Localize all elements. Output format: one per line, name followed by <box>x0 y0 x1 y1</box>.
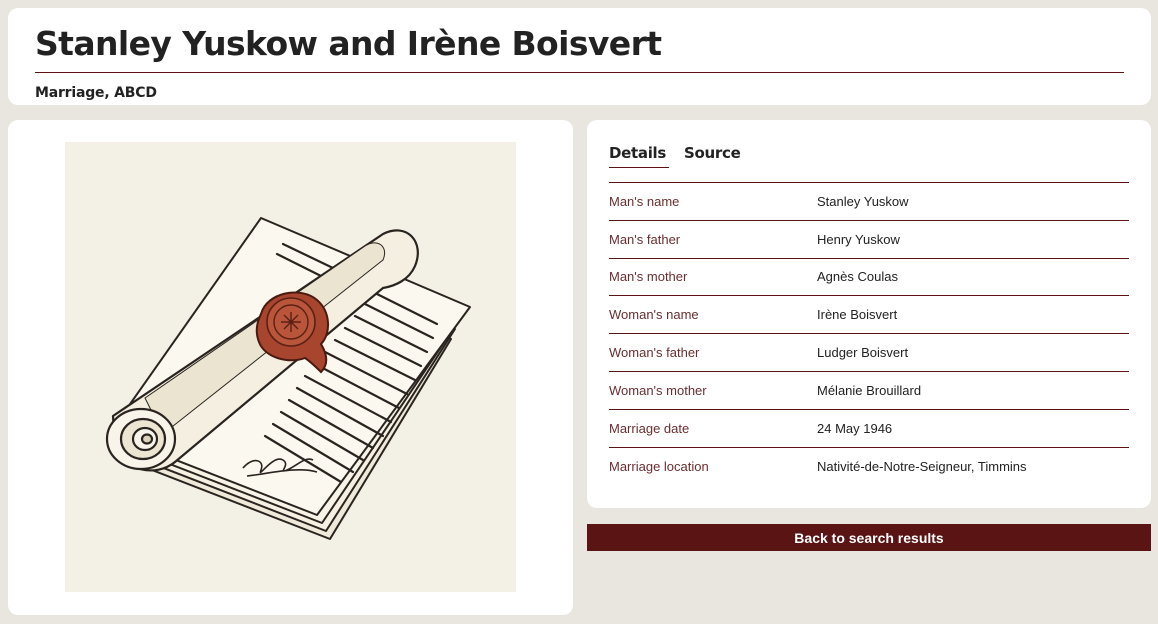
field-value: Ludger Boisvert <box>817 345 909 361</box>
record-illustration <box>65 142 516 592</box>
details-panel: Details Source Man's name Stanley Yuskow… <box>587 120 1151 508</box>
back-to-search-results-button[interactable]: Back to search results <box>587 524 1151 551</box>
record-image-card <box>8 120 573 615</box>
field-label: Marriage location <box>609 458 709 474</box>
field-value: Henry Yuskow <box>817 231 900 247</box>
field-label: Woman's father <box>609 345 700 361</box>
field-label: Marriage date <box>609 420 690 436</box>
table-row: Woman's name Irène Boisvert <box>609 295 1129 334</box>
tab-source[interactable]: Source <box>684 144 741 166</box>
scroll-document-illustration <box>105 217 471 540</box>
table-row: Man's father Henry Yuskow <box>609 220 1129 258</box>
details-table: Man's name Stanley Yuskow Man's father H… <box>609 182 1129 485</box>
page-title: Stanley Yuskow and Irène Boisvert <box>35 24 662 63</box>
table-row: Woman's mother Mélanie Brouillard <box>609 371 1129 409</box>
field-label: Woman's mother <box>609 382 707 398</box>
table-row: Man's name Stanley Yuskow <box>609 182 1129 221</box>
field-value: Nativité-de-Notre-Seigneur, Timmins <box>817 458 1027 474</box>
field-label: Man's mother <box>609 269 688 285</box>
table-row: Marriage location Nativité-de-Notre-Seig… <box>609 447 1129 485</box>
field-label: Man's name <box>609 193 680 209</box>
tab-details[interactable]: Details <box>609 144 670 168</box>
table-row: Man's mother Agnès Coulas <box>609 258 1129 296</box>
field-value: Mélanie Brouillard <box>817 382 922 398</box>
field-value: 24 May 1946 <box>817 420 893 436</box>
record-header: Stanley Yuskow and Irène Boisvert Marria… <box>8 8 1151 105</box>
field-value: Stanley Yuskow <box>817 193 909 209</box>
field-value: Agnès Coulas <box>817 269 898 285</box>
table-row: Marriage date 24 May 1946 <box>609 409 1129 447</box>
title-divider <box>35 72 1124 73</box>
table-row: Woman's father Ludger Boisvert <box>609 333 1129 372</box>
field-label: Man's father <box>609 231 681 247</box>
field-value: Irène Boisvert <box>817 307 898 323</box>
field-label: Woman's name <box>609 307 699 323</box>
record-subtitle: Marriage, ABCD <box>35 85 157 101</box>
record-tabs: Details Source <box>609 120 1129 168</box>
